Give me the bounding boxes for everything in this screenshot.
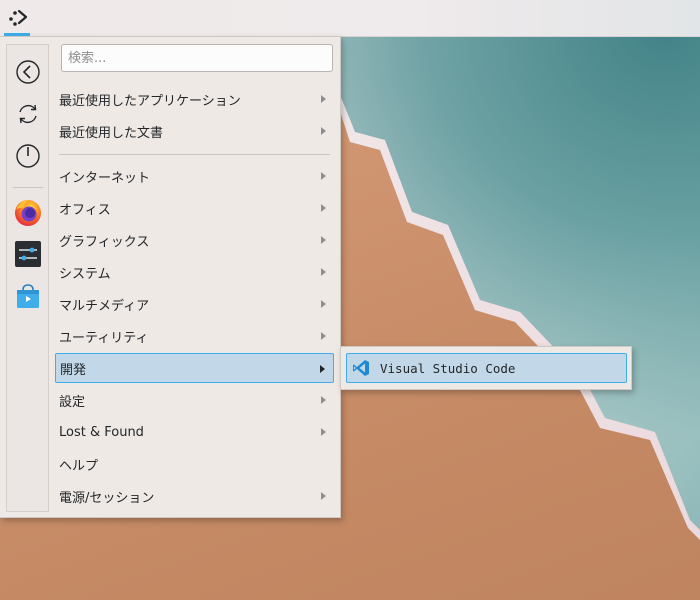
category-multimedia[interactable]: マルチメディア — [55, 289, 334, 319]
category-help[interactable]: ヘルプ — [55, 449, 334, 479]
power-icon — [15, 144, 40, 168]
favorites-column — [6, 44, 49, 512]
favorites-separator — [13, 187, 43, 188]
development-submenu: Visual Studio Code — [340, 346, 632, 390]
chevron-right-icon — [321, 236, 326, 244]
chevron-right-icon — [320, 365, 325, 373]
chevron-right-icon — [321, 492, 326, 500]
category-power-session[interactable]: 電源/セッション — [55, 481, 334, 511]
category-label: ヘルプ — [59, 458, 99, 474]
category-label: インターネット — [59, 170, 151, 186]
category-label: ユーティリティ — [59, 330, 149, 346]
chevron-right-icon — [321, 172, 326, 180]
settings-sliders-icon — [14, 241, 41, 267]
category-label: 開発 — [60, 362, 87, 378]
chevron-right-icon — [321, 300, 326, 308]
category-label: 最近使用したアプリケーション — [59, 93, 241, 109]
fav-firefox[interactable] — [7, 194, 48, 230]
application-launcher-button[interactable] — [4, 2, 32, 32]
category-separator — [59, 154, 330, 155]
chevron-right-icon — [321, 204, 326, 212]
vscode-icon — [352, 359, 370, 377]
category-label: 設定 — [59, 394, 86, 410]
category-office[interactable]: オフィス — [55, 193, 334, 223]
category-internet[interactable]: インターネット — [55, 161, 334, 191]
category-development[interactable]: 開発 — [55, 353, 334, 383]
category-label: 最近使用した文書 — [59, 125, 164, 141]
category-label: システム — [59, 266, 111, 282]
chevron-right-icon — [321, 268, 326, 276]
refresh-icon — [18, 104, 37, 124]
category-label: マルチメディア — [59, 298, 150, 314]
top-panel — [0, 0, 700, 37]
category-label: オフィス — [59, 202, 111, 218]
fav-system-settings[interactable] — [7, 236, 48, 272]
kickoff-menu: 最近使用したアプリケーション 最近使用した文書 インターネット オフィス グラフ… — [0, 36, 341, 518]
chevron-right-icon — [321, 95, 326, 103]
chevron-right-icon — [321, 127, 326, 135]
category-recent-apps[interactable]: 最近使用したアプリケーション — [55, 84, 334, 114]
submenu-item-label: Visual Studio Code — [380, 360, 516, 376]
category-label: グラフィックス — [59, 234, 150, 250]
fav-discover[interactable] — [7, 278, 48, 314]
category-utilities[interactable]: ユーティリティ — [55, 321, 334, 351]
category-graphics[interactable]: グラフィックス — [55, 225, 334, 255]
chevron-right-icon — [321, 396, 326, 404]
firefox-icon — [14, 200, 41, 226]
fav-refresh[interactable] — [7, 96, 48, 132]
chevron-right-icon — [321, 332, 326, 340]
submenu-item-vscode[interactable]: Visual Studio Code — [346, 353, 627, 383]
category-recent-documents[interactable]: 最近使用した文書 — [55, 116, 334, 146]
category-label: 電源/セッション — [59, 490, 155, 506]
category-system[interactable]: システム — [55, 257, 334, 287]
back-arrow-icon — [15, 60, 40, 84]
kde-launcher-icon — [9, 9, 28, 26]
discover-store-icon — [16, 284, 39, 308]
fav-power[interactable] — [7, 138, 48, 174]
category-label: Lost & Found — [59, 424, 144, 440]
category-settings[interactable]: 設定 — [55, 385, 334, 415]
fav-back[interactable] — [7, 54, 48, 90]
category-lost-and-found[interactable]: Lost & Found — [55, 417, 334, 447]
search-input[interactable] — [61, 44, 333, 72]
chevron-right-icon — [321, 428, 326, 436]
